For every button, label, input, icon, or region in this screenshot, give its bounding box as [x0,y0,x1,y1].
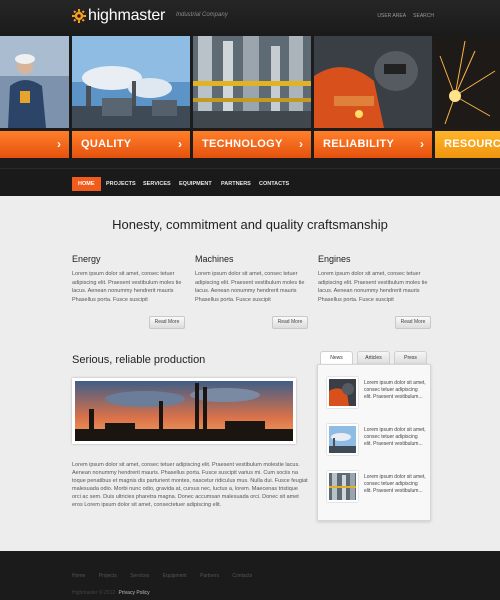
chevron-right-icon: › [57,137,61,151]
column-title: Engines [318,254,351,264]
nav-partners[interactable]: PARTNERS [215,177,257,191]
welder-photo [314,36,432,128]
footer-link-services[interactable]: Services [130,573,149,579]
footer-link-equipment[interactable]: Equipment [163,573,187,579]
section-headline: Serious, reliable production [72,354,206,366]
reliability-bar[interactable]: RELIABILITY › [314,131,432,158]
news-thumbnail [327,471,358,502]
page-headline: Honesty, commitment and quality craftsma… [112,217,388,232]
feature-bar[interactable]: › [0,131,69,158]
logo[interactable]: highmaster [88,7,165,25]
read-more-button[interactable]: Read More [149,316,185,329]
tab-news[interactable]: News [320,351,353,364]
production-image [72,378,296,444]
worker-photo [0,36,69,128]
footer-nav: Home Projects Services Equipment Partner… [72,573,264,579]
resources-bar[interactable]: RESOURCES [435,131,500,158]
footer-link-partners[interactable]: Partners [200,573,219,579]
news-item[interactable]: Lorem ipsum dolor sit amet, consec tetue… [327,377,427,411]
pipes-photo [193,36,311,128]
column-text: Lorem ipsum dolor sit amet, consec tetue… [72,271,182,303]
feature-label: RESOURCES [444,138,500,150]
main-content: Honesty, commitment and quality craftsma… [0,196,500,551]
news-text: Lorem ipsum dolor sit amet, consec tetue… [364,474,426,494]
technology-bar[interactable]: TECHNOLOGY › [193,131,311,158]
top-links: User area Search [371,13,434,19]
feature-technology[interactable]: TECHNOLOGY › [193,36,311,158]
tab-panel: Lorem ipsum dolor sit amet, consec tetue… [317,364,431,521]
tab-articles[interactable]: Articles [357,351,390,364]
tabs-widget: News Articles Press Lorem ipsum dolor si… [317,351,431,521]
gear-icon [72,9,86,23]
feature-strip: › QUALITY › TECHNOLOGY › RELIABILITY › R… [0,36,500,158]
feature-reliability[interactable]: RELIABILITY › [314,36,432,158]
read-more-button[interactable]: Read More [272,316,308,329]
feature-resources[interactable]: RESOURCES [435,36,500,158]
news-text: Lorem ipsum dolor sit amet, consec tetue… [364,427,426,447]
nav-services[interactable]: SERVICES [137,177,177,191]
footer-link-projects[interactable]: Projects [99,573,117,579]
chevron-right-icon: › [299,137,303,151]
column-energy: Energy Lorem ipsum dolor sit amet, conse… [72,254,184,304]
column-title: Machines [195,254,234,264]
site-header: highmaster Industrial Company User area … [0,0,500,36]
news-item[interactable]: Lorem ipsum dolor sit amet, consec tetue… [327,471,427,505]
feature-label: QUALITY [81,138,132,150]
quality-bar[interactable]: QUALITY › [72,131,190,158]
chevron-right-icon: › [178,137,182,151]
news-text: Lorem ipsum dolor sit amet, consec tetue… [364,380,426,400]
feature-partial-left: › [0,36,69,158]
column-title: Energy [72,254,101,264]
privacy-policy-link[interactable]: Privacy Policy [119,590,150,596]
sparks-photo [435,36,500,128]
column-engines: Engines Lorem ipsum dolor sit amet, cons… [318,254,430,304]
news-thumbnail [327,424,358,455]
tab-press[interactable]: Press [394,351,427,364]
user-area-link[interactable]: User area [377,13,405,19]
nav-equipment[interactable]: EQUIPMENT [173,177,218,191]
production-text: Lorem ipsum dolor sit amet, consec tetue… [72,462,308,508]
nav-projects[interactable]: PROJECTS [100,177,142,191]
site-footer: Home Projects Services Equipment Partner… [0,551,500,600]
column-text: Lorem ipsum dolor sit amet, consec tetue… [318,271,428,303]
news-item[interactable]: Lorem ipsum dolor sit amet, consec tetue… [327,424,427,458]
tagline: Industrial Company [176,12,228,18]
factory-photo [72,36,190,128]
column-machines: Machines Lorem ipsum dolor sit amet, con… [195,254,307,304]
copyright: Highmaster © 2012 Privacy Policy [72,590,150,596]
read-more-button[interactable]: Read More [395,316,431,329]
footer-link-contacts[interactable]: Contacts [232,573,252,579]
nav-contacts[interactable]: CONTACTS [253,177,295,191]
footer-link-home[interactable]: Home [72,573,85,579]
nav-home[interactable]: HOME [72,177,101,191]
chevron-right-icon: › [420,137,424,151]
column-text: Lorem ipsum dolor sit amet, consec tetue… [195,271,305,303]
feature-label: RELIABILITY [323,138,395,150]
copyright-text: Highmaster © 2012 [72,590,116,596]
feature-quality[interactable]: QUALITY › [72,36,190,158]
main-nav: HOME PROJECTS SERVICES EQUIPMENT PARTNER… [0,168,500,196]
news-thumbnail [327,377,358,408]
search-link[interactable]: Search [413,13,434,19]
feature-label: TECHNOLOGY [202,138,283,150]
